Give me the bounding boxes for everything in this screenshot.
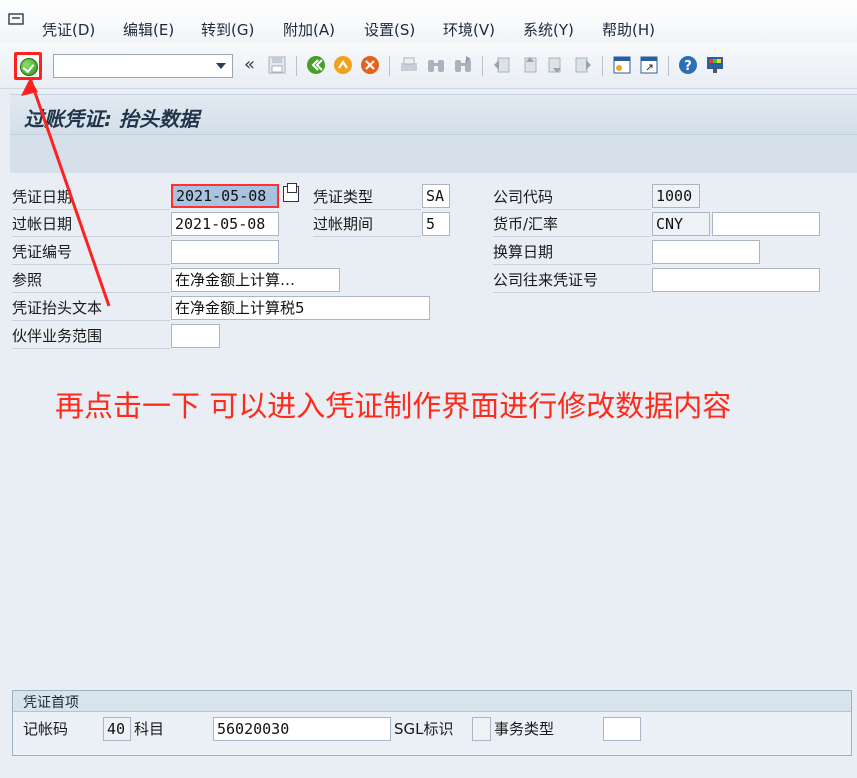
- sgl-field[interactable]: [472, 717, 491, 741]
- account-label: 科目: [134, 720, 165, 738]
- annotation-text: 再点击一下 可以进入凭证制作界面进行修改数据内容: [55, 389, 732, 423]
- first-line-item-group: 凭证首项 记帐码 40 科目 56020030 SGL标识 事务类型: [12, 690, 852, 756]
- sgl-label: SGL标识: [394, 720, 454, 738]
- posting-key-label: 记帐码: [23, 720, 69, 738]
- posting-key-field[interactable]: 40: [103, 717, 131, 741]
- group-header: 凭证首项: [13, 691, 851, 712]
- group-title: 凭证首项: [23, 695, 79, 711]
- account-field[interactable]: 56020030: [213, 717, 391, 741]
- transaction-type-field[interactable]: [603, 717, 641, 741]
- transaction-type-label: 事务类型: [494, 720, 555, 738]
